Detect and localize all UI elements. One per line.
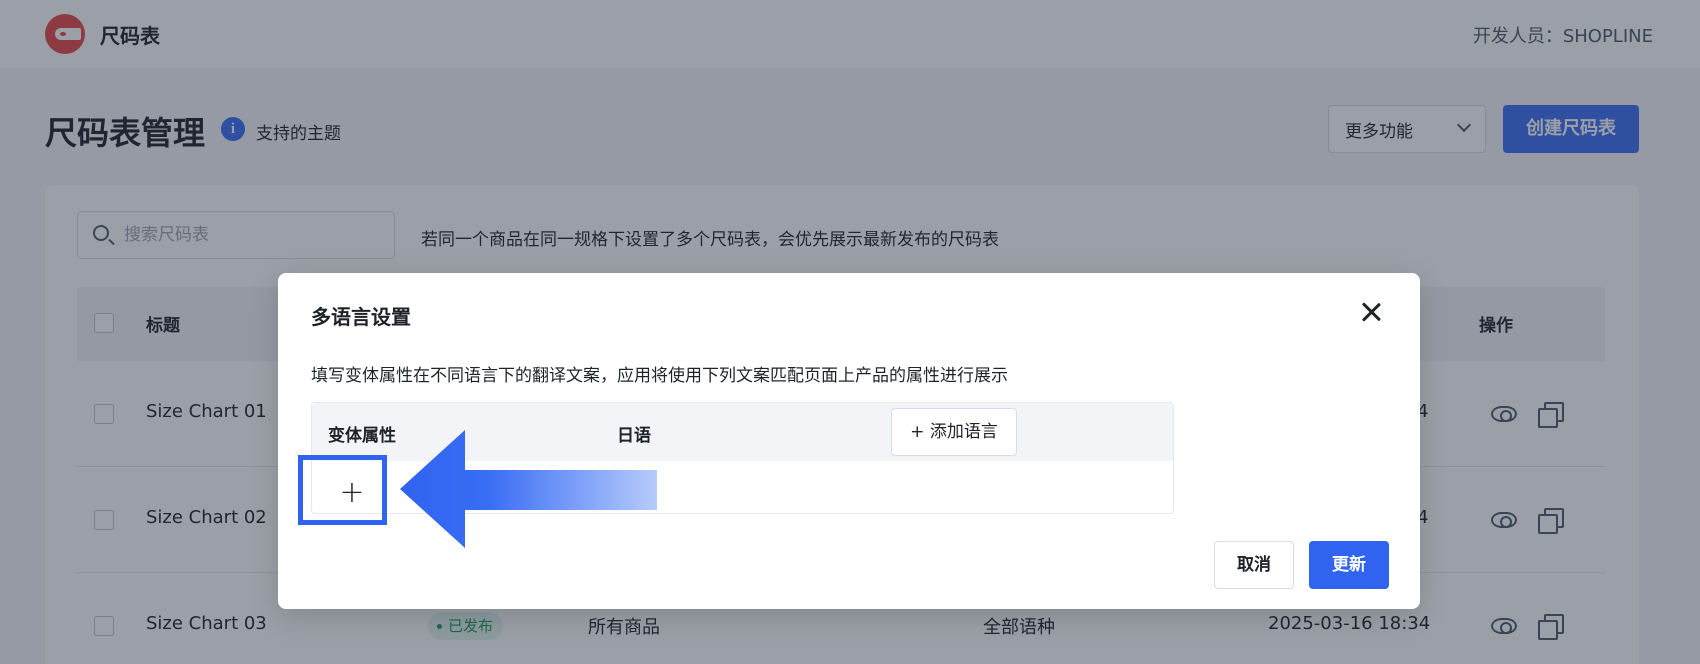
modal-description: 填写变体属性在不同语言下的翻译文案，应用将使用下列文案匹配页面上产品的属性进行展… [311, 366, 1008, 386]
add-language-button[interactable]: + 添加语言 [891, 408, 1017, 456]
column-variant-attribute: 变体属性 [328, 426, 396, 446]
close-icon[interactable] [1358, 299, 1384, 325]
modal-title: 多语言设置 [311, 305, 411, 329]
pointer-arrow-icon [400, 430, 657, 548]
update-button[interactable]: 更新 [1309, 541, 1389, 589]
highlight-box [298, 455, 387, 525]
cancel-button[interactable]: 取消 [1214, 541, 1294, 589]
